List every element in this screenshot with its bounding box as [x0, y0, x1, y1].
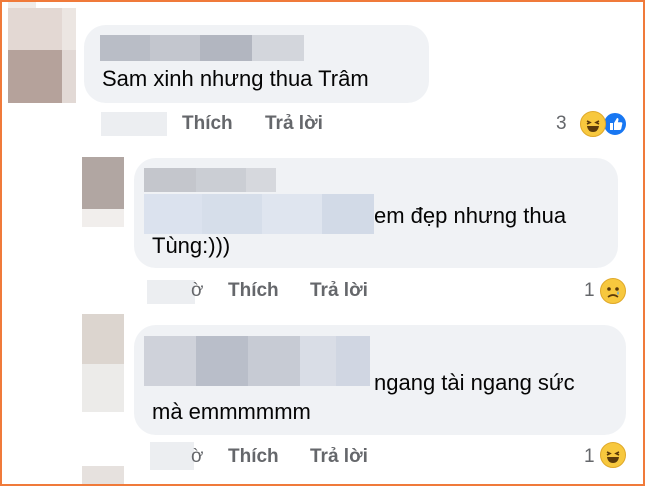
reply-action[interactable]: Trả lời: [310, 280, 368, 302]
timestamp-blurred[interactable]: [147, 280, 195, 304]
reaction-count[interactable]: 1: [584, 280, 595, 302]
laugh-emoji-icon: [600, 442, 626, 468]
comment-text-line-2: mà emmmmmm: [152, 399, 311, 424]
blurred-mention[interactable]: [144, 194, 374, 234]
sad-emoji-icon: [600, 278, 626, 304]
reaction-count[interactable]: 3: [556, 113, 567, 135]
avatar[interactable]: [82, 314, 124, 412]
comment-bubble: Sam xinh nhưng thua Trâm: [84, 25, 429, 103]
timestamp-fragment[interactable]: ờ: [191, 280, 203, 302]
commenter-name-blurred[interactable]: [100, 35, 304, 61]
timestamp-blurred[interactable]: [150, 442, 194, 470]
laugh-emoji-icon: [580, 111, 606, 137]
timestamp-fragment[interactable]: ờ: [191, 446, 203, 468]
reply-action[interactable]: Trả lời: [310, 446, 368, 468]
timestamp-blurred[interactable]: [101, 112, 167, 136]
commenter-name-blurred[interactable]: [144, 336, 370, 386]
avatar[interactable]: [82, 157, 124, 227]
reaction-count[interactable]: 1: [584, 446, 595, 468]
avatar[interactable]: [8, 0, 76, 103]
like-action[interactable]: Thích: [228, 280, 279, 302]
comment-text-line-1: em đẹp nhưng thua: [374, 203, 567, 228]
comment-text-line-2: Tùng:))): [152, 233, 231, 258]
comment-bubble: em đẹp nhưng thua Tùng:))): [134, 158, 618, 268]
like-action[interactable]: Thích: [182, 113, 233, 135]
next-avatar-partial[interactable]: [82, 466, 124, 486]
like-action[interactable]: Thích: [228, 446, 279, 468]
comment-text-line-1: ngang tài ngang sức: [374, 370, 575, 395]
comment-bubble: ngang tài ngang sức mà emmmmmm: [134, 325, 626, 435]
comment-text: Sam xinh nhưng thua Trâm: [102, 66, 369, 91]
reply-action[interactable]: Trả lời: [265, 113, 323, 135]
commenter-name-blurred[interactable]: [144, 168, 276, 192]
